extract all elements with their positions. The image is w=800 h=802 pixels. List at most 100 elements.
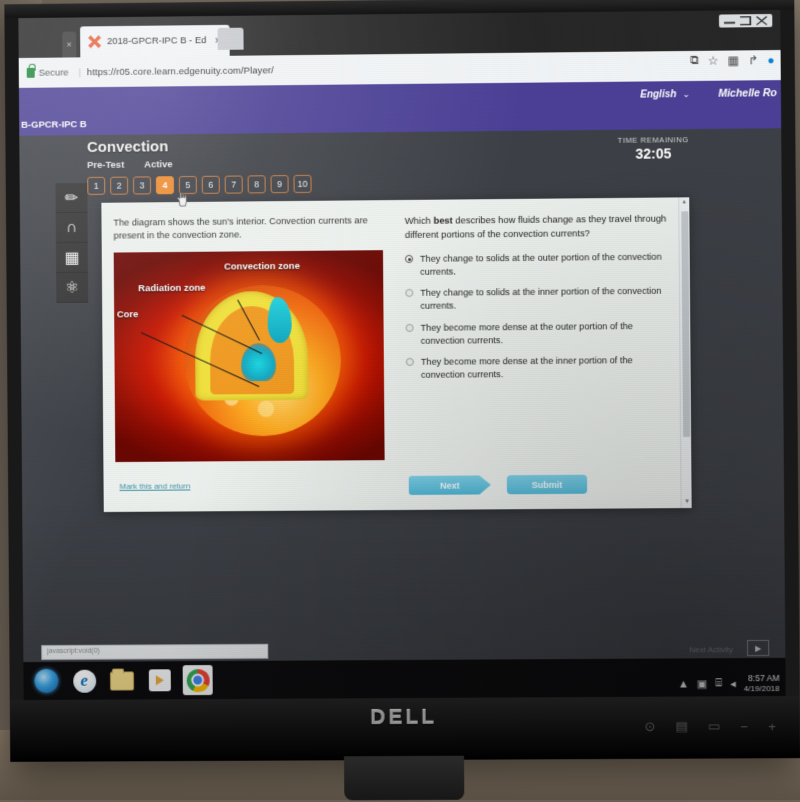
question-button-7[interactable]: 7 bbox=[224, 175, 243, 194]
question-button-8[interactable]: 8 bbox=[247, 175, 266, 194]
submit-button[interactable]: Submit bbox=[506, 474, 588, 495]
browser-tab-previous[interactable]: × bbox=[62, 31, 77, 58]
system-tray: ▲ ▣ ⌸ ◂ 8:57 AM 4/19/2018 bbox=[678, 672, 780, 694]
scroll-up-arrow-icon[interactable]: ▲ bbox=[679, 197, 689, 208]
dell-brand-logo: DELL bbox=[370, 705, 438, 730]
clock-time: 8:57 AM bbox=[748, 672, 780, 684]
question-navigation: 1 2 3 4 5 6 7 8 9 10 bbox=[87, 174, 312, 195]
periodic-table-tool-icon[interactable]: ⚛ bbox=[56, 272, 89, 303]
sun-interior-diagram: Convection zone Radiation zone Core bbox=[113, 250, 385, 462]
url-separator: | bbox=[78, 66, 82, 78]
notes-icon[interactable]: ▦ bbox=[728, 53, 740, 67]
stimulus-pane: The diagram shows the sun's interior. Co… bbox=[101, 200, 397, 512]
taskbar-item-file-explorer[interactable] bbox=[107, 665, 137, 695]
status-url-field: javascript:void(0) bbox=[41, 643, 269, 661]
monitor-button-5[interactable]: + bbox=[768, 719, 776, 734]
question-button-4[interactable]: 4 bbox=[155, 176, 174, 195]
security-shield-icon[interactable]: ▣ bbox=[697, 677, 708, 690]
user-name-label[interactable]: Michelle Ro bbox=[718, 87, 777, 100]
time-remaining: TIME REMAINING 32:05 bbox=[618, 135, 689, 162]
favorite-star-icon[interactable]: ☆ bbox=[708, 53, 719, 67]
stage-status-row: Pre-Test Active bbox=[87, 159, 173, 171]
edgenuity-favicon-icon bbox=[88, 35, 101, 48]
question-card: The diagram shows the sun's interior. Co… bbox=[101, 197, 692, 513]
mouse-cursor-hand-icon bbox=[177, 192, 188, 207]
volume-icon[interactable]: ◂ bbox=[730, 677, 736, 690]
windows-orb-icon bbox=[34, 668, 59, 693]
start-button[interactable] bbox=[31, 666, 61, 696]
edge-icon: e bbox=[72, 669, 96, 693]
radio-button-1[interactable] bbox=[405, 255, 414, 264]
radio-button-3[interactable] bbox=[405, 323, 414, 332]
course-code-label: B-GPCR-IPC B bbox=[21, 118, 87, 131]
prompt-part-1: Which bbox=[404, 214, 434, 226]
taskbar-item-edge[interactable]: e bbox=[69, 666, 99, 696]
taskbar-item-chrome[interactable] bbox=[182, 665, 213, 696]
maximize-icon[interactable] bbox=[740, 16, 751, 25]
tray-expand-chevron-icon[interactable]: ▲ bbox=[678, 678, 689, 690]
minimize-icon[interactable] bbox=[724, 16, 735, 25]
tab-close-icon[interactable]: × bbox=[62, 31, 76, 57]
audio-tool-icon[interactable]: ∩ bbox=[55, 212, 88, 244]
answer-option-4[interactable]: They become more dense at the inner port… bbox=[405, 353, 673, 381]
page-title: Convection bbox=[86, 138, 169, 157]
monitor-button-4[interactable]: − bbox=[740, 719, 748, 734]
answer-option-label-3: They become more dense at the outer port… bbox=[420, 320, 633, 346]
secure-label: Secure bbox=[38, 66, 69, 79]
question-button-2[interactable]: 2 bbox=[110, 176, 129, 195]
answer-option-2[interactable]: They change to solids at the inner porti… bbox=[405, 285, 672, 313]
question-button-9[interactable]: 9 bbox=[270, 175, 289, 194]
content-scrollbar[interactable]: ▲ ▼ bbox=[678, 197, 692, 509]
toolbar-icon-group: ⧉ ☆ ▦ ↱ ● bbox=[690, 52, 775, 68]
diagram-label-convection-zone: Convection zone bbox=[224, 261, 300, 273]
browser-tab-active[interactable]: 2018-GPCR-IPC B - Edge × bbox=[80, 24, 231, 58]
timer-label: TIME REMAINING bbox=[617, 135, 689, 145]
highlighter-tool-icon[interactable]: ✏ bbox=[55, 182, 88, 214]
scrollbar-thumb[interactable] bbox=[681, 211, 691, 437]
status-badge: Active bbox=[144, 159, 173, 171]
share-icon[interactable]: ↱ bbox=[748, 53, 758, 67]
timer-value: 32:05 bbox=[635, 145, 672, 162]
radio-button-4[interactable] bbox=[405, 357, 414, 366]
taskbar-clock[interactable]: 8:57 AM 4/19/2018 bbox=[744, 672, 780, 693]
close-window-icon[interactable] bbox=[756, 16, 767, 25]
core-region bbox=[240, 343, 277, 382]
question-button-10[interactable]: 10 bbox=[293, 174, 312, 194]
answer-option-3[interactable]: They become more dense at the outer port… bbox=[405, 319, 673, 347]
answer-option-1[interactable]: They change to solids at the outer porti… bbox=[405, 251, 672, 279]
calculator-tool-icon[interactable]: ▦ bbox=[55, 242, 88, 274]
prompt-emphasis: best bbox=[433, 214, 453, 226]
monitor-osd-buttons: ⊙ ▤ ▭ − + bbox=[644, 718, 775, 735]
lesson-player: Convection Pre-Test Active TIME REMAININ… bbox=[19, 128, 786, 639]
answer-option-label-1: They change to solids at the outer porti… bbox=[420, 251, 662, 278]
folder-icon bbox=[109, 670, 135, 691]
monitor-bezel-bottom: DELL ⊙ ▤ ▭ − + bbox=[9, 695, 800, 762]
question-button-6[interactable]: 6 bbox=[201, 175, 220, 194]
chevron-down-icon[interactable]: ⌄ bbox=[682, 89, 690, 100]
new-tab-button[interactable] bbox=[217, 27, 244, 50]
taskbar-item-media-player[interactable] bbox=[145, 665, 175, 695]
play-icon bbox=[148, 669, 171, 692]
next-activity-button[interactable]: ▶ bbox=[746, 639, 770, 657]
question-button-3[interactable]: 3 bbox=[132, 176, 152, 195]
mark-this-and-return-link[interactable]: Mark this and return bbox=[119, 481, 190, 490]
monitor-button-3[interactable]: ▭ bbox=[708, 718, 720, 734]
question-button-1[interactable]: 1 bbox=[87, 176, 106, 195]
language-label[interactable]: English bbox=[640, 89, 676, 100]
next-button[interactable]: Next bbox=[409, 475, 491, 495]
security-indicator: Secure | bbox=[26, 66, 87, 79]
monitor-stand bbox=[343, 755, 465, 801]
tool-rail: ✏ ∩ ▦ ⚛ bbox=[55, 182, 89, 303]
chrome-icon bbox=[186, 668, 210, 692]
stage-label: Pre-Test bbox=[87, 159, 125, 172]
monitor-button-1[interactable]: ⊙ bbox=[644, 719, 655, 735]
answer-option-label-2: They change to solids at the inner porti… bbox=[420, 286, 662, 312]
network-icon[interactable]: ⌸ bbox=[715, 677, 722, 690]
monitor-button-2[interactable]: ▤ bbox=[675, 719, 687, 735]
reading-list-icon[interactable]: ⧉ bbox=[690, 53, 699, 68]
question-pane: Which best describes how fluids change a… bbox=[395, 197, 692, 510]
address-bar-url[interactable]: https://r05.core.learn.edgenuity.com/Pla… bbox=[87, 65, 274, 78]
profile-icon[interactable]: ● bbox=[767, 53, 774, 67]
radio-button-2[interactable] bbox=[405, 289, 414, 298]
dell-monitor: × 2018-GPCR-IPC B - Edge × Secure | http… bbox=[4, 0, 800, 801]
